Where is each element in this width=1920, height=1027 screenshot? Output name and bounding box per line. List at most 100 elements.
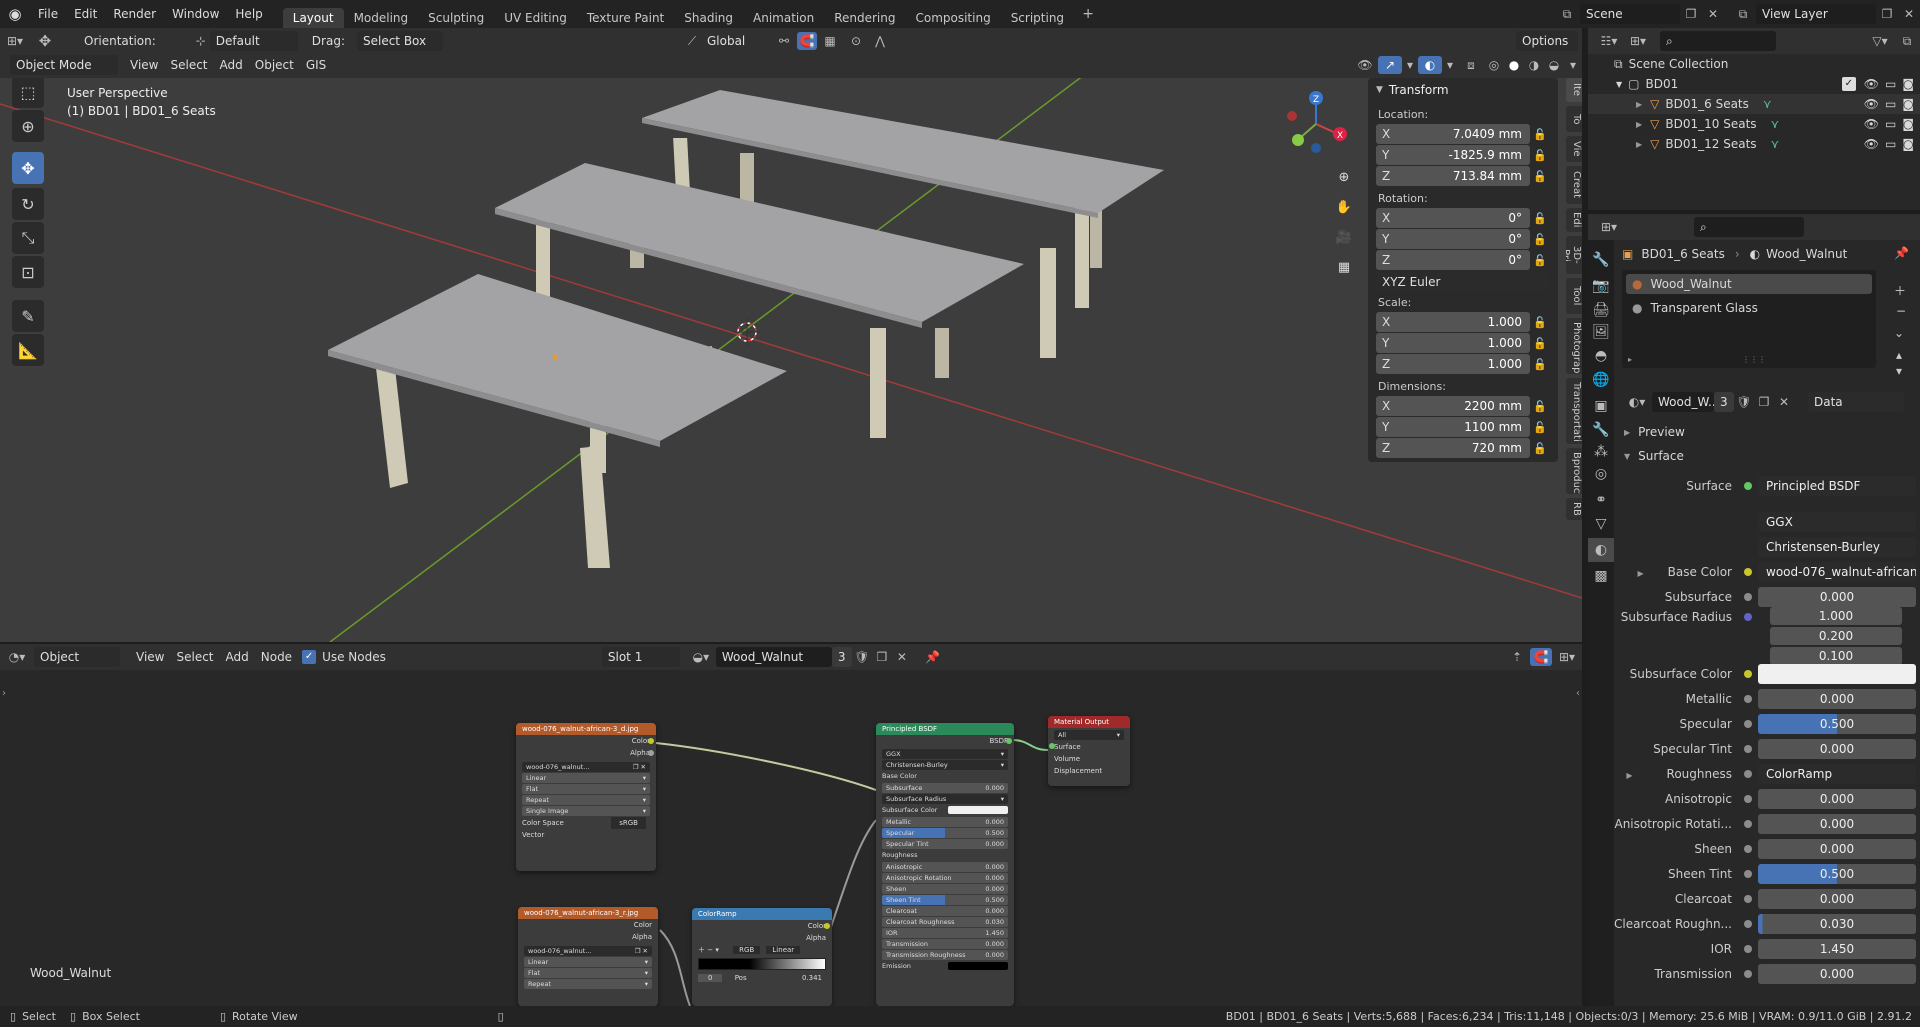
sheen-field[interactable]: 0.000: [1758, 839, 1916, 859]
tex1-alpha-socket[interactable]: [648, 750, 654, 756]
rotation-lock-icon[interactable]: 🔓: [1530, 254, 1550, 267]
orientation-dropdown[interactable]: Default: [209, 31, 298, 51]
scene-collection-row[interactable]: ⧉ Scene Collection: [1588, 54, 1920, 74]
bsdf-input-anisotropic[interactable]: Anisotropic 0.000: [882, 862, 1008, 872]
outliner-type-icon[interactable]: ☷▾: [1594, 35, 1624, 47]
view-layer-tab-icon[interactable]: 🖼: [1588, 320, 1614, 344]
select-tool-icon[interactable]: ⬚: [12, 78, 44, 108]
material-name-field[interactable]: Wood_W...: [1652, 392, 1714, 412]
monitor-icon[interactable]: ▭: [1885, 97, 1896, 111]
subsurface-field[interactable]: 0.000: [1758, 587, 1916, 607]
dimensions-y-field[interactable]: 1100 mm: [1396, 417, 1530, 437]
workspace-tab-layout[interactable]: Layout: [282, 8, 344, 28]
material-browse-props-icon[interactable]: ◐▾: [1622, 396, 1652, 408]
specular-field[interactable]: 0.500: [1758, 714, 1916, 734]
overlay-toggle-icon[interactable]: ◐: [1418, 56, 1442, 74]
specular-tint-field[interactable]: 0.000: [1758, 739, 1916, 759]
node-menu-node[interactable]: Node: [255, 647, 298, 667]
bsdf-input-transmission-roughness[interactable]: Transmission Roughness 0.000: [882, 950, 1008, 960]
bsdf-input-sheen[interactable]: Sheen 0.000: [882, 884, 1008, 894]
node-snap-icon[interactable]: 🧲: [1530, 648, 1552, 666]
monitor-icon[interactable]: ▭: [1885, 117, 1896, 131]
sidebar-tab-5[interactable]: 3D-Pri: [1566, 236, 1582, 274]
roughness-expand-icon[interactable]: ▶: [1626, 771, 1632, 780]
pan-hand-icon[interactable]: ✋: [1333, 200, 1355, 222]
xray-icon[interactable]: ⧈: [1458, 59, 1484, 71]
bsdf-input-sheen-tint[interactable]: Sheen Tint 0.500: [882, 895, 1008, 905]
ss-color-socket-icon[interactable]: [1744, 670, 1752, 678]
3d-viewport[interactable]: User Perspective (1) BD01 | BD01_6 Seats…: [0, 78, 1582, 642]
rotation-z-field[interactable]: 0°: [1396, 250, 1530, 270]
sidebar-tab-4[interactable]: Edi: [1566, 208, 1582, 232]
options-dropdown[interactable]: Options: [1516, 31, 1578, 51]
node-toolbar-toggle-icon[interactable]: ›: [2, 688, 6, 699]
sidebar-tab-2[interactable]: Vie: [1566, 136, 1582, 162]
rotation-y-field[interactable]: 0°: [1396, 229, 1530, 249]
bsdf-dist[interactable]: GGX ▾: [882, 749, 1008, 759]
view-layer-delete-icon[interactable]: ✕: [1898, 8, 1920, 20]
roughness-socket-icon[interactable]: [1744, 770, 1752, 778]
ramp-add-icon[interactable]: ＋ − ▾: [698, 946, 719, 954]
output-tab-icon[interactable]: 🖨: [1588, 298, 1614, 322]
workspace-tab-animation[interactable]: Animation: [743, 8, 824, 28]
sidebar-tab-10[interactable]: RB: [1566, 498, 1582, 520]
ramp-mode[interactable]: RGB: [733, 946, 761, 954]
base-color-socket-icon[interactable]: [1744, 568, 1752, 576]
blender-logo-icon[interactable]: ◉: [0, 6, 30, 22]
tex1-interp[interactable]: Linear ▾: [522, 773, 650, 783]
location-x-field[interactable]: 7.0409 mm: [1396, 124, 1530, 144]
location-lock-icon[interactable]: 🔓: [1530, 128, 1550, 141]
anisotropic-socket-icon[interactable]: [1744, 795, 1752, 803]
location-y-field[interactable]: -1825.9 mm: [1396, 145, 1530, 165]
slot-list-expand-icon[interactable]: ▸: [1628, 355, 1632, 364]
sheen-socket-icon[interactable]: [1744, 845, 1752, 853]
move-tool-button-icon[interactable]: ✥: [12, 152, 44, 184]
node-menu-select[interactable]: Select: [170, 647, 219, 667]
bsdf-input-subsurface-radius[interactable]: Subsurface Radius ▾: [882, 794, 1008, 804]
distribution-dropdown[interactable]: GGX: [1758, 512, 1916, 532]
location-z-field[interactable]: 713.84 mm: [1396, 166, 1530, 186]
shader-type-dropdown[interactable]: Object: [34, 647, 120, 667]
ior-field[interactable]: 1.450: [1758, 939, 1916, 959]
dimensions-z-field[interactable]: 720 mm: [1396, 438, 1530, 458]
bsdf-input-subsurface-color[interactable]: Subsurface Color: [876, 805, 1014, 816]
rotation-lock-icon[interactable]: 🔓: [1530, 212, 1550, 225]
node-menu-add[interactable]: Add: [220, 647, 255, 667]
tex1-color-socket[interactable]: [648, 738, 654, 744]
solid-shading-icon[interactable]: ●: [1504, 59, 1524, 71]
sheen-tint-socket-icon[interactable]: [1744, 870, 1752, 878]
bsdf-input-anisotropic-rotation[interactable]: Anisotropic Rotation 0.000: [882, 873, 1008, 883]
duplicate-material-icon[interactable]: ❐: [872, 651, 892, 663]
transmission-socket-icon[interactable]: [1744, 970, 1752, 978]
eye-icon[interactable]: 👁: [1864, 97, 1879, 111]
slot-dropdown[interactable]: Slot 1: [601, 647, 680, 667]
object-mode-dropdown[interactable]: Object Mode: [10, 55, 118, 75]
scale-lock-icon[interactable]: 🔓: [1530, 337, 1550, 350]
ramp-gradient[interactable]: [698, 958, 826, 970]
location-lock-icon[interactable]: 🔓: [1530, 149, 1550, 162]
workspace-tab-texture-paint[interactable]: Texture Paint: [577, 8, 674, 28]
menu-window[interactable]: Window: [164, 0, 227, 28]
anisotropic-field[interactable]: 0.000: [1758, 789, 1916, 809]
unlink-material-icon[interactable]: ✕: [892, 651, 912, 663]
sss-method-dropdown[interactable]: Christensen-Burley: [1758, 537, 1916, 557]
bsdf-out-socket[interactable]: [1006, 738, 1012, 744]
dimensions-lock-icon[interactable]: 🔓: [1530, 442, 1550, 455]
transform-tool-icon[interactable]: ⊡: [12, 256, 44, 288]
scene-tab-icon[interactable]: ◓: [1588, 344, 1614, 368]
sidebar-tab-9[interactable]: Bproducti: [1566, 448, 1582, 494]
workspace-tab-compositing[interactable]: Compositing: [905, 8, 1000, 28]
ss-radius-0[interactable]: 1.000: [1770, 607, 1902, 625]
location-lock-icon[interactable]: 🔓: [1530, 170, 1550, 183]
props-unlink-icon[interactable]: ✕: [1774, 396, 1794, 408]
scale-z-field[interactable]: 1.000: [1396, 354, 1530, 374]
particles-tab-icon[interactable]: ⁂: [1588, 440, 1614, 464]
viewport-menu-select[interactable]: Select: [164, 55, 213, 75]
ramp-interp[interactable]: Linear: [766, 946, 801, 954]
render-tab-icon[interactable]: 📷: [1588, 274, 1614, 298]
workspace-tab-shading[interactable]: Shading: [674, 8, 743, 28]
bsdf-color-swatch[interactable]: [948, 962, 1008, 970]
clearcoat-socket-icon[interactable]: [1744, 895, 1752, 903]
node-menu-view[interactable]: View: [130, 647, 170, 667]
ior-socket-icon[interactable]: [1744, 945, 1752, 953]
